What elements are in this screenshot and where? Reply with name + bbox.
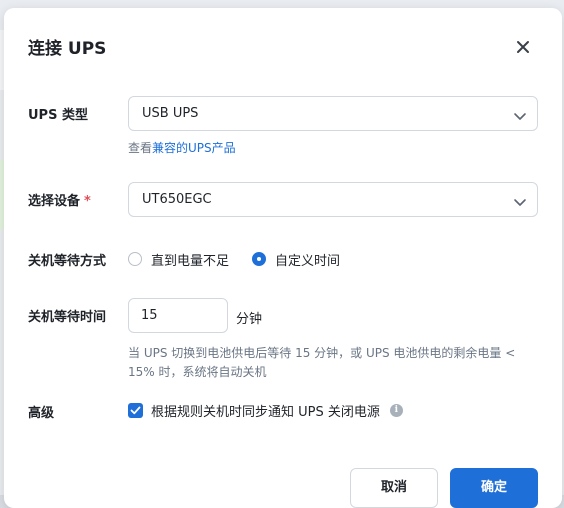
radio-until-low-battery[interactable]: 直到电量不足 — [128, 250, 230, 269]
wait-time-hint: 当 UPS 切换到电池供电后等待 15 分钟，或 UPS 电池供电的剩余电量 <… — [128, 346, 516, 379]
info-icon[interactable]: i — [389, 404, 403, 417]
radio-label: 直到电量不足 — [151, 253, 230, 269]
device-value: UT650EGC — [142, 192, 212, 207]
check-icon — [130, 406, 141, 415]
device-label-text: 选择设备 — [28, 194, 81, 209]
compatible-ups-link[interactable]: 兼容的UPS产品 — [152, 141, 236, 155]
wait-time-label: 关机等待时间 — [28, 310, 107, 325]
ups-type-value: USB UPS — [142, 106, 199, 121]
chevron-down-icon — [513, 108, 527, 120]
advanced-label: 高级 — [28, 406, 55, 421]
radio-label: 自定义时间 — [275, 253, 341, 269]
dialog-title: 连接 UPS — [28, 39, 107, 59]
shutdown-mode-label: 关机等待方式 — [28, 254, 107, 269]
cancel-button[interactable]: 取消 — [350, 468, 438, 508]
compatible-ups-prefix: 查看 — [128, 141, 153, 155]
connect-ups-dialog: 连接 UPS UPS 类型 USB UPS 查看兼容的UPS产品 选择设备 * U… — [4, 8, 562, 508]
close-icon[interactable] — [512, 36, 534, 58]
radio-circle — [128, 252, 142, 266]
ups-type-select[interactable]: USB UPS — [128, 96, 538, 131]
radio-circle-checked — [252, 252, 266, 266]
notify-ups-label: 根据规则关机时同步通知 UPS 关闭电源 — [151, 405, 380, 420]
required-mark: * — [84, 194, 91, 209]
device-select[interactable]: UT650EGC — [128, 182, 538, 217]
compatible-ups-hint: 查看兼容的UPS产品 — [128, 139, 236, 156]
device-label: 选择设备 * — [28, 190, 91, 209]
notify-ups-option: 根据规则关机时同步通知 UPS 关闭电源 i — [128, 401, 403, 420]
wait-time-unit: 分钟 — [236, 312, 263, 327]
radio-custom-time[interactable]: 自定义时间 — [252, 250, 341, 269]
chevron-down-icon — [513, 194, 527, 206]
wait-time-input[interactable] — [128, 298, 228, 333]
notify-ups-checkbox[interactable] — [128, 403, 143, 418]
ups-type-label: UPS 类型 — [28, 108, 88, 123]
confirm-button[interactable]: 确定 — [450, 468, 538, 508]
